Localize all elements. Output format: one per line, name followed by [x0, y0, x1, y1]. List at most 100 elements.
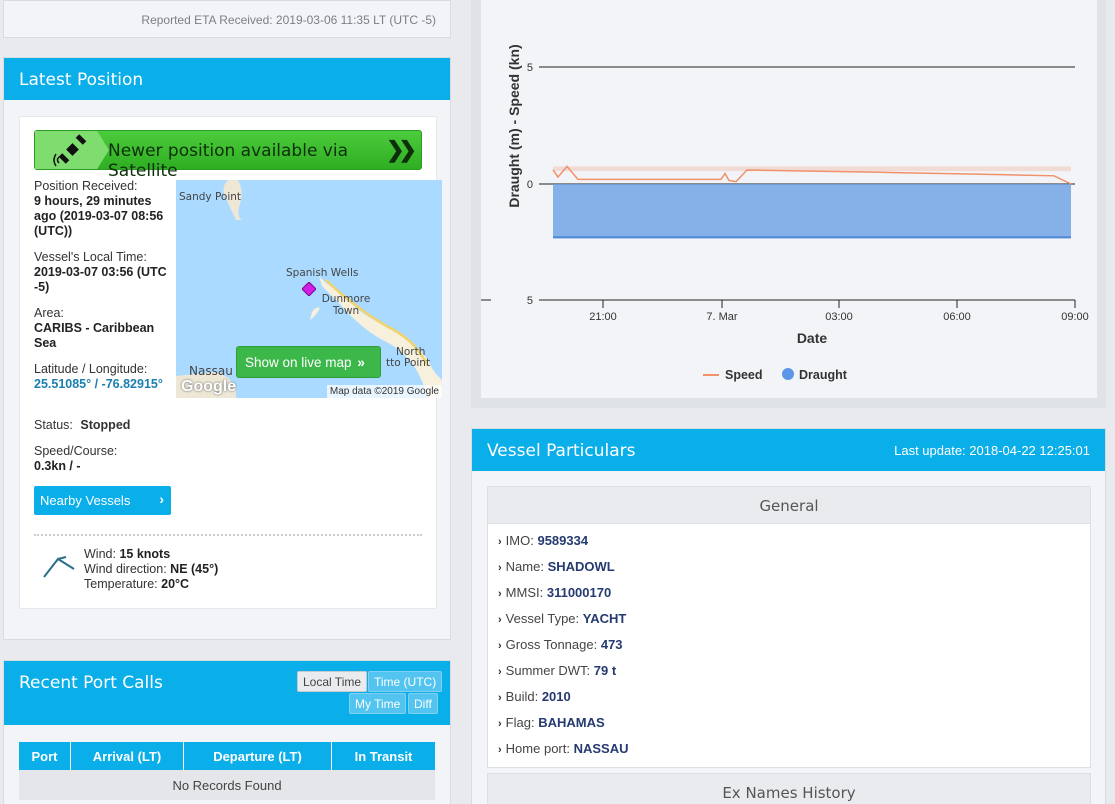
- particular-row: › Name: SHADOWL: [498, 559, 615, 574]
- general-title[interactable]: General: [488, 487, 1090, 524]
- draught-area: [553, 184, 1071, 238]
- place-dunmore-town: Dunmore Town: [321, 293, 371, 317]
- particular-label: Summer DWT:: [505, 663, 591, 678]
- latest-position-header: Latest Position: [4, 58, 450, 100]
- particular-row: › Gross Tonnage: 473: [498, 637, 623, 652]
- particular-value: BAHAMAS: [538, 715, 605, 730]
- utc-time-button[interactable]: Time (UTC): [368, 671, 443, 692]
- show-live-map-button[interactable]: Show on live map »: [236, 346, 381, 378]
- particular-value: NASSAU: [573, 741, 629, 756]
- status: Status: Stopped: [34, 418, 174, 433]
- chevron-right-icon: ›: [498, 718, 502, 730]
- live-map-label: Show on live map: [245, 355, 352, 370]
- x-tick-label: 03:00: [825, 311, 853, 323]
- particular-row: › Build: 2010: [498, 689, 571, 704]
- particular-label: Name:: [505, 559, 544, 574]
- latest-position-panel: Latest Position Newer position available…: [3, 57, 451, 640]
- latest-position-body: Newer position available via Satellite ❯…: [19, 116, 442, 609]
- column-arrival[interactable]: Arrival (LT): [71, 742, 184, 770]
- particular-value: 79 t: [593, 663, 617, 678]
- vessel-particulars-panel: Vessel Particulars Last update: 2018-04-…: [471, 428, 1106, 804]
- satellite-banner[interactable]: Newer position available via Satellite ❯…: [34, 130, 422, 181]
- status-label: Status:: [34, 418, 73, 432]
- temperature-value: 20°C: [161, 577, 190, 591]
- particular-row: › Flag: BAHAMAS: [498, 715, 605, 730]
- column-in-transit[interactable]: In Transit: [332, 742, 435, 770]
- legend-draught-swatch: [782, 368, 794, 380]
- particular-value: SHADOWL: [547, 559, 615, 574]
- weather-info: Wind: 15 knots Wind direction: NE (45°) …: [84, 547, 218, 592]
- chevron-right-icon: ›: [159, 491, 164, 507]
- legend-draught: Draught: [799, 368, 848, 382]
- particular-row: › IMO: 9589334: [498, 533, 588, 548]
- y-axis-label: Draught (m) - Speed (kn): [506, 44, 522, 207]
- double-chevron-right-icon: ❯❯: [386, 137, 417, 162]
- reported-eta: Reported ETA Received: 2019-03-06 11:35 …: [141, 13, 436, 27]
- particular-label: Gross Tonnage:: [505, 637, 598, 652]
- wind-label: Wind:: [84, 547, 116, 561]
- area-label: Area:: [34, 306, 64, 320]
- particular-label: Flag:: [505, 715, 535, 730]
- particular-label: Home port:: [505, 741, 570, 756]
- wind-icon: [43, 556, 75, 578]
- nearby-vessels-button[interactable]: Nearby Vessels ›: [34, 486, 171, 515]
- y-tick-label: 5: [527, 295, 533, 307]
- particular-value: 2010: [541, 689, 571, 704]
- eta-panel: Reported ETA Received: 2019-03-06 11:35 …: [3, 0, 451, 38]
- position-map[interactable]: Sandy Point Spanish Wells Dunmore Town N…: [176, 180, 442, 398]
- y-tick-label: 5: [527, 62, 533, 74]
- last-update: Last update: 2018-04-22 12:25:01: [894, 443, 1090, 458]
- local-time-button[interactable]: Local Time: [297, 671, 368, 692]
- latest-position-title: Latest Position: [19, 70, 144, 90]
- particular-value: 311000170: [546, 585, 612, 600]
- particular-label: MMSI:: [505, 585, 544, 600]
- speed-course-label: Speed/Course:: [34, 444, 118, 458]
- lat-lon-link[interactable]: 25.51085° / -76.82915°: [34, 377, 174, 392]
- general-section: General › IMO: 9589334 › Name: SHADOWL › MMSI…: [487, 486, 1091, 768]
- wind-value: 15 knots: [119, 547, 171, 561]
- particular-row: › Home port: NASSAU: [498, 741, 629, 756]
- x-tick-label: 7. Mar: [706, 311, 738, 323]
- local-time-value: 2019-03-07 03:56 (UTC -5): [34, 265, 167, 294]
- area: Area: CARIBS - Caribbean Sea: [34, 306, 174, 351]
- double-chevron-right-icon: »: [357, 355, 365, 370]
- draught-speed-chart[interactable]: 5 0 5 21:00 7. Mar 03:00 06:00 09:00 Date Draught…: [481, 0, 1097, 398]
- particular-label: IMO:: [505, 533, 534, 548]
- place-point: tto Point: [386, 357, 431, 369]
- place-sandy-point: Sandy Point: [179, 191, 242, 203]
- no-records: No Records Found: [19, 770, 435, 800]
- lat-lon-label: Latitude / Longitude:: [34, 362, 148, 376]
- place-spanish-wells: Spanish Wells: [286, 267, 359, 279]
- column-port[interactable]: Port: [19, 742, 71, 770]
- nearby-vessels-label: Nearby Vessels: [40, 493, 131, 508]
- x-tick-label: 06:00: [943, 311, 971, 323]
- port-calls-title: Recent Port Calls: [19, 673, 163, 693]
- particular-value: YACHT: [582, 611, 627, 626]
- particular-value: 9589334: [537, 533, 589, 548]
- place-nassau: Nassau: [189, 364, 233, 378]
- chevron-right-icon: ›: [498, 666, 502, 678]
- speed-course-value: 0.3kn / -: [34, 459, 81, 473]
- chevron-right-icon: ›: [498, 562, 502, 574]
- my-time-button[interactable]: My Time: [349, 693, 407, 714]
- lat-lon: Latitude / Longitude: 25.51085° / -76.82…: [34, 362, 174, 392]
- divider: [34, 534, 422, 536]
- diff-button[interactable]: Diff: [408, 693, 438, 714]
- area-value: CARIBS - Caribbean Sea: [34, 321, 155, 350]
- legend-speed: Speed: [725, 368, 763, 382]
- google-logo: Google: [181, 378, 237, 395]
- vessel-marker-icon[interactable]: [302, 282, 316, 296]
- x-axis-label: Date: [797, 330, 828, 346]
- particular-row: › Summer DWT: 79 t: [498, 663, 616, 678]
- particular-row: › MMSI: 311000170: [498, 585, 611, 600]
- wind-direction-value: NE (45°): [170, 562, 219, 576]
- column-departure[interactable]: Departure (LT): [184, 742, 332, 770]
- local-time-label: Vessel's Local Time:: [34, 250, 147, 264]
- particular-label: Vessel Type:: [505, 611, 580, 626]
- chevron-right-icon: ›: [498, 692, 502, 704]
- position-received: Position Received: 9 hours, 29 minutes a…: [34, 179, 174, 239]
- satellite-banner-label: Newer position available via Satellite: [108, 141, 349, 181]
- temperature-label: Temperature:: [84, 577, 158, 591]
- vessel-local-time: Vessel's Local Time: 2019-03-07 03:56 (U…: [34, 250, 174, 295]
- ex-names-history[interactable]: Ex Names History: [487, 773, 1091, 804]
